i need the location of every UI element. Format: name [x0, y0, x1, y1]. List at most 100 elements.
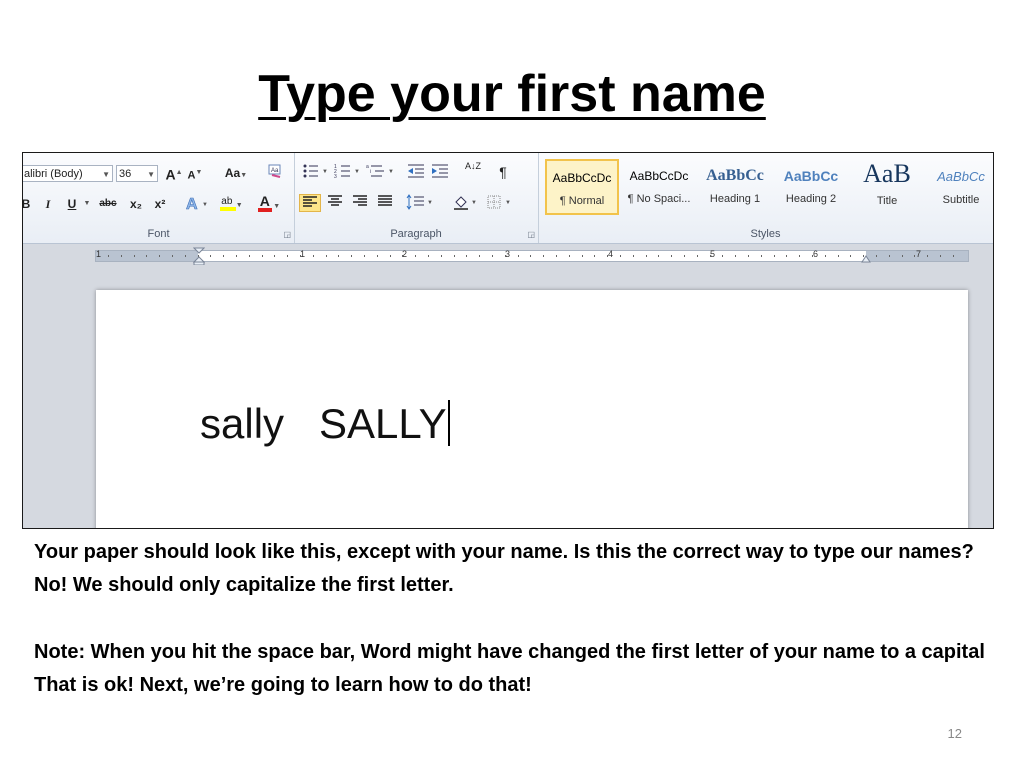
- align-center-icon[interactable]: [324, 194, 346, 212]
- font-color-label: A: [259, 193, 270, 209]
- ruler-tick: [172, 255, 173, 257]
- strikethrough-button[interactable]: abc: [97, 195, 119, 213]
- underline-button[interactable]: U: [65, 195, 79, 213]
- show-marks-button[interactable]: ¶: [494, 163, 512, 181]
- style-sample: AaBbCc: [937, 169, 985, 184]
- ruler-tick: [415, 255, 416, 257]
- ruler-tick: [530, 255, 531, 257]
- ruler-tick: [377, 255, 378, 257]
- font-size-combo[interactable]: 36 ▼: [116, 165, 158, 182]
- ruler-number: 1: [300, 249, 306, 259]
- svg-text:▼: ▼: [471, 200, 477, 206]
- ruler-tick: [774, 255, 775, 257]
- document-page[interactable]: sally SALLY: [96, 290, 968, 528]
- right-indent-marker-icon[interactable]: [861, 253, 871, 263]
- align-right-icon[interactable]: [349, 194, 371, 212]
- show-marks-label: ¶: [499, 164, 507, 180]
- document-text-content: sally SALLY: [200, 400, 447, 447]
- ruler-tick: [671, 255, 672, 257]
- sort-button[interactable]: A↓Z: [462, 162, 484, 180]
- ruler-tick: [338, 255, 339, 257]
- style-subtitle[interactable]: AaBbCc Subtitle: [930, 159, 992, 215]
- ruler-tick: [556, 255, 557, 257]
- ruler-number: 4: [608, 249, 614, 259]
- clear-formatting-icon[interactable]: Aa: [265, 163, 285, 181]
- indent-marker-icon[interactable]: [193, 247, 205, 265]
- ruler-tick: [914, 255, 915, 257]
- increase-indent-icon[interactable]: [430, 163, 450, 181]
- ruler-tick: [761, 255, 762, 257]
- font-group-label: Font: [147, 228, 170, 240]
- bold-button[interactable]: B: [23, 195, 33, 213]
- ruler-tick: [543, 255, 544, 257]
- ruler-tick: [786, 255, 787, 257]
- ruler-tick: [722, 255, 723, 257]
- ruler-tick: [825, 255, 826, 257]
- svg-text:▼: ▼: [388, 169, 394, 175]
- ruler-tick: [594, 255, 595, 257]
- style-heading-1[interactable]: AaBbCc Heading 1: [698, 159, 772, 215]
- grow-font-label: A: [165, 166, 176, 183]
- multilevel-list-icon[interactable]: a i ▼: [366, 163, 396, 181]
- ruler-tick: [351, 255, 352, 257]
- style-normal[interactable]: AaBbCcDc ¶ Normal: [545, 159, 619, 215]
- font-color-button[interactable]: A ▼: [255, 193, 285, 212]
- superscript-button[interactable]: x²: [151, 195, 169, 213]
- dialog-launcher-icon[interactable]: ◲: [527, 230, 535, 239]
- chevron-down-icon: ▼: [147, 170, 155, 179]
- ruler-tick: [108, 255, 109, 257]
- ruler-tick: [121, 255, 122, 257]
- ruler-tick: [479, 255, 480, 257]
- numbering-icon[interactable]: 1 2 3 ▼: [334, 163, 362, 181]
- bullets-icon[interactable]: ▼: [302, 163, 330, 181]
- ruler-tick: [697, 255, 698, 257]
- grow-font-button[interactable]: A▲: [165, 164, 183, 183]
- decrease-indent-icon[interactable]: [406, 163, 426, 181]
- paragraph-group: ▼ 1 2 3 ▼ a i ▼ A↓Z ¶ ▼ ▼ ▼ Paragraph ◲: [294, 153, 539, 243]
- style-no-spacing[interactable]: AaBbCcDc ¶ No Spaci...: [622, 159, 696, 215]
- ruler-tick: [300, 255, 301, 257]
- align-left-icon[interactable]: [299, 194, 321, 212]
- style-name: Heading 1: [709, 193, 761, 205]
- text-effects-icon[interactable]: A ▼: [185, 194, 211, 214]
- style-heading-2[interactable]: AaBbCc Heading 2: [774, 159, 848, 215]
- ruler-tick: [466, 255, 467, 257]
- shrink-font-button[interactable]: A▼: [187, 164, 203, 182]
- ruler-number: 1: [96, 249, 102, 259]
- ruler-left-margin: [96, 251, 198, 261]
- ruler-tick: [313, 255, 314, 257]
- svg-text:▼: ▼: [427, 200, 433, 206]
- style-name: ¶ Normal: [559, 195, 605, 207]
- style-title[interactable]: AaB Title: [850, 159, 924, 215]
- borders-icon[interactable]: ▼: [486, 194, 516, 212]
- ruler-tick: [902, 255, 903, 257]
- paragraph-group-label: Paragraph: [390, 228, 442, 240]
- subscript-label: x₂: [129, 197, 142, 211]
- highlight-color-button[interactable]: ab ▼: [217, 194, 247, 212]
- highlight-swatch: [220, 207, 236, 211]
- subscript-button[interactable]: x₂: [127, 195, 145, 213]
- ruler-tick: [710, 255, 711, 257]
- svg-text:▼: ▼: [505, 200, 511, 206]
- italic-button[interactable]: I: [41, 195, 55, 213]
- strikethrough-label: abc: [99, 198, 117, 209]
- text-cursor: [447, 400, 450, 446]
- change-case-button[interactable]: Aa▼: [221, 164, 251, 182]
- shading-icon[interactable]: ▼: [452, 194, 482, 212]
- ruler-tick: [274, 255, 275, 257]
- dialog-launcher-icon[interactable]: ◲: [283, 230, 291, 239]
- slide-body: Your paper should look like this, except…: [34, 536, 994, 702]
- document-text[interactable]: sally SALLY: [200, 400, 450, 448]
- styles-group: AaBbCcDc ¶ Normal AaBbCcDc ¶ No Spaci...…: [538, 153, 993, 243]
- horizontal-ruler[interactable]: 1 1 2 3 4 5 6 7: [95, 247, 969, 265]
- ruler-tick: [454, 255, 455, 257]
- style-name: Subtitle: [942, 194, 980, 206]
- style-sample: AaBbCcDc: [552, 171, 612, 185]
- line-spacing-icon[interactable]: ▼: [406, 194, 436, 212]
- justify-icon[interactable]: [374, 194, 396, 212]
- ruler-tick: [620, 255, 621, 257]
- font-name-combo[interactable]: alibri (Body) ▼: [23, 165, 113, 182]
- chevron-down-icon[interactable]: ▼: [83, 195, 91, 213]
- svg-text:i: i: [370, 169, 371, 175]
- svg-text:▼: ▼: [322, 169, 328, 175]
